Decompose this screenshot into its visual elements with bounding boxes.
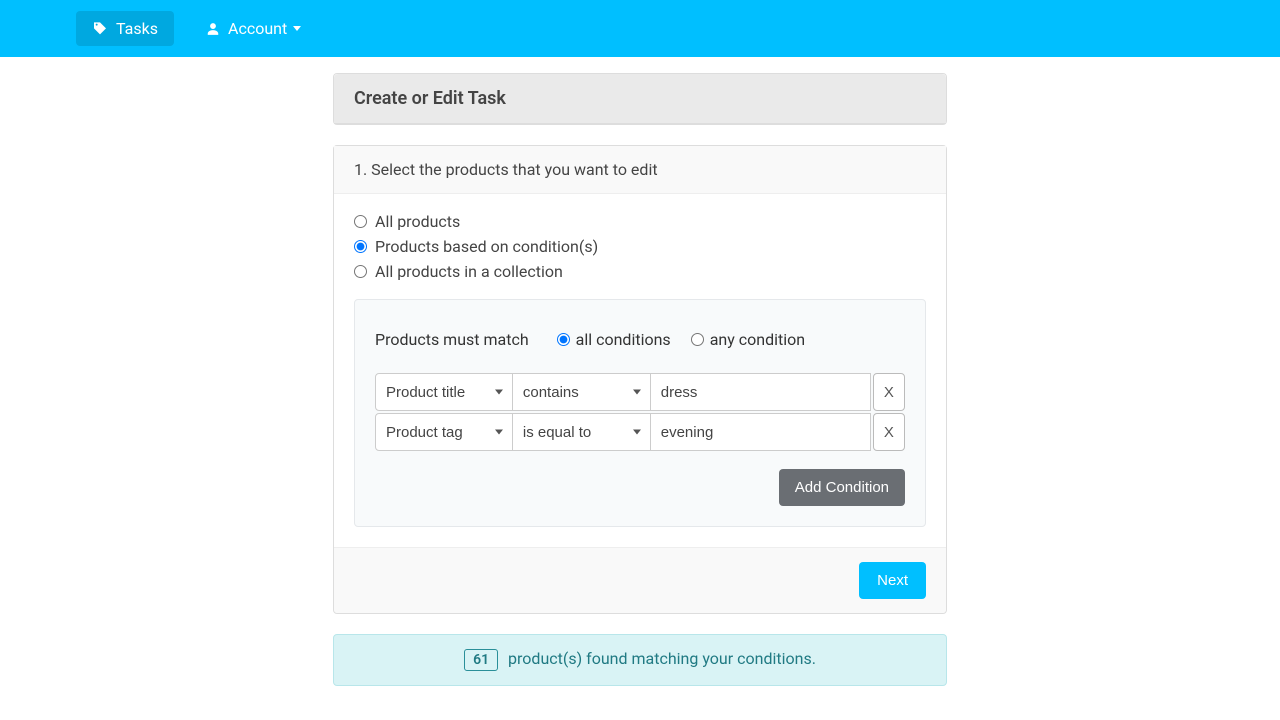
- remove-condition-button[interactable]: X: [873, 373, 905, 411]
- step1-title: 1. Select the products that you want to …: [334, 146, 946, 194]
- match-any-input[interactable]: [691, 333, 704, 346]
- result-alert: 61 product(s) found matching your condit…: [333, 634, 947, 686]
- step1-panel: 1. Select the products that you want to …: [333, 145, 947, 614]
- condition-op-select[interactable]: contains: [513, 373, 651, 411]
- result-text: product(s) found matching your condition…: [508, 649, 816, 668]
- match-any-label: any condition: [710, 330, 805, 349]
- condition-op-select[interactable]: is equal to: [513, 413, 651, 451]
- footer-bar: Next: [334, 547, 946, 613]
- match-all[interactable]: all conditions: [557, 330, 671, 349]
- match-any[interactable]: any condition: [691, 330, 805, 349]
- radio-conditions-input[interactable]: [354, 240, 367, 253]
- add-condition-button[interactable]: Add Condition: [779, 469, 905, 506]
- condition-row: Product title contains X: [375, 373, 905, 411]
- radio-conditions-label: Products based on condition(s): [375, 237, 598, 256]
- result-count: 61: [464, 649, 498, 671]
- nav-account[interactable]: Account: [190, 11, 317, 46]
- condition-field-select[interactable]: Product title: [375, 373, 513, 411]
- radio-collection[interactable]: All products in a collection: [354, 262, 926, 281]
- radio-all-products-input[interactable]: [354, 215, 367, 228]
- match-label: Products must match: [375, 330, 529, 349]
- radio-all-products[interactable]: All products: [354, 212, 926, 231]
- nav-tasks[interactable]: Tasks: [76, 11, 174, 46]
- nav-tasks-label: Tasks: [116, 19, 158, 38]
- navbar: Tasks Account: [0, 0, 1280, 57]
- page-title: Create or Edit Task: [354, 88, 926, 109]
- radio-conditions[interactable]: Products based on condition(s): [354, 237, 926, 256]
- condition-field-select[interactable]: Product tag: [375, 413, 513, 451]
- panel-header: Create or Edit Task: [333, 73, 947, 125]
- radio-all-products-label: All products: [375, 212, 460, 231]
- user-icon: [206, 22, 220, 36]
- match-all-label: all conditions: [576, 330, 671, 349]
- nav-account-label: Account: [228, 19, 287, 38]
- conditions-box: Products must match all conditions any c…: [354, 299, 926, 527]
- chevron-down-icon: [293, 26, 301, 31]
- product-scope-radios: All products Products based on condition…: [354, 212, 926, 281]
- radio-collection-input[interactable]: [354, 265, 367, 278]
- radio-collection-label: All products in a collection: [375, 262, 563, 281]
- match-all-input[interactable]: [557, 333, 570, 346]
- tag-icon: [92, 21, 108, 37]
- condition-value-input[interactable]: [651, 373, 871, 411]
- next-button[interactable]: Next: [859, 562, 926, 599]
- condition-row: Product tag is equal to X: [375, 413, 905, 451]
- condition-value-input[interactable]: [651, 413, 871, 451]
- remove-condition-button[interactable]: X: [873, 413, 905, 451]
